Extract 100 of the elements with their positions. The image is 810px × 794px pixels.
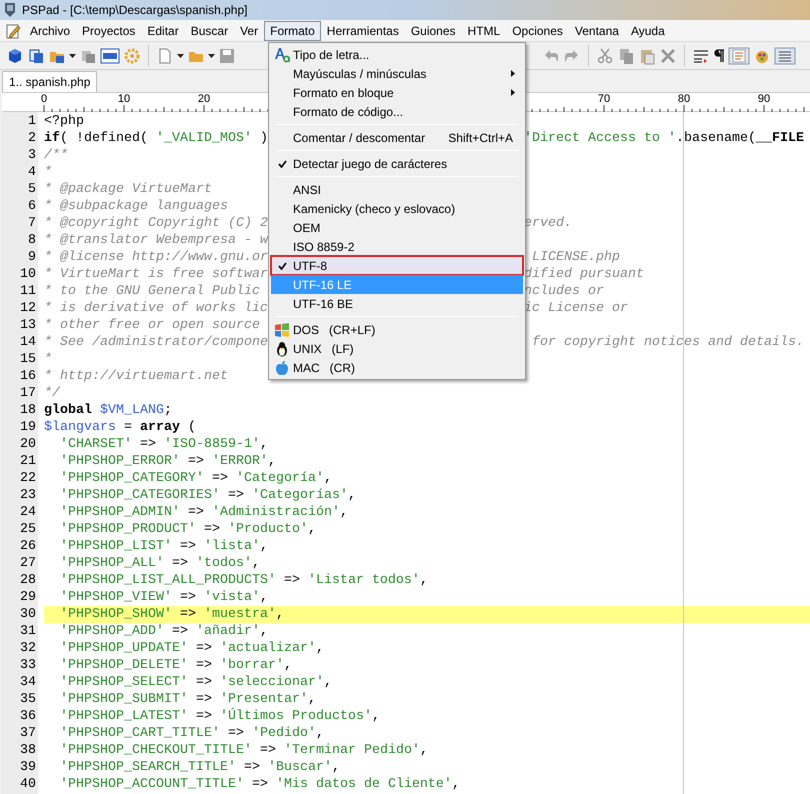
menu-bar-item[interactable]: Herramientas: [320, 20, 405, 40]
ruler-number: 80: [678, 93, 690, 106]
code-line: 'PHPSHOP_ERROR' => 'ERROR',: [60, 454, 276, 469]
line-number: 35: [19, 691, 37, 708]
ruler-number: 20: [198, 93, 210, 106]
code-line: 'PHPSHOP_SEARCH_TITLE' => 'Buscar',: [60, 760, 340, 775]
code-line: 'PHPSHOP_LATEST' => 'Últimos Productos',: [60, 709, 380, 724]
code-line: 'PHPSHOP_UPDATE' => 'actualizar',: [60, 641, 324, 656]
ruler-number: 70: [598, 93, 610, 106]
line-number: 28: [19, 572, 37, 589]
menu-bar-item[interactable]: Ayuda: [624, 20, 671, 40]
code-line: 'PHPSHOP_LIST' => 'lista',: [60, 539, 268, 554]
line-number: 30: [19, 606, 37, 623]
line-number: 16: [19, 368, 37, 385]
line-number: 7: [27, 215, 37, 232]
line-number: 4: [27, 164, 37, 181]
line-number: 20: [19, 436, 37, 453]
menu-bar-item[interactable]: Editar: [141, 20, 185, 40]
ruler-number: 10: [118, 93, 130, 106]
code-line: 'Direct Access to '.basename(__FILE: [524, 130, 804, 147]
line-number: 24: [19, 504, 37, 521]
code-line: 'PHPSHOP_ADD' => 'añadir',: [60, 624, 268, 639]
line-number: 17: [19, 385, 37, 402]
line-number: 9: [27, 249, 37, 266]
line-number: 25: [19, 521, 37, 538]
line-number: 12: [19, 300, 37, 317]
menu-item[interactable]: Tipo de letra...: [271, 45, 523, 64]
code-line: if( !defined( '_VALID_MOS' ): [44, 131, 268, 146]
code-line: 'PHPSHOP_SELECT' => 'seleccionar',: [60, 675, 332, 690]
code-line: * @translator Webempresa - w: [44, 233, 268, 248]
code-line: * VirtueMart is free softwar: [44, 267, 268, 282]
menu-bar-item[interactable]: Guiones: [404, 20, 462, 40]
code-line: * other free or open source: [44, 318, 260, 333]
line-number: 13: [19, 317, 37, 334]
menu-item[interactable]: ISO 8859-2: [271, 237, 523, 256]
line-number: 15: [19, 351, 37, 368]
menu-bar-item[interactable]: HTML: [462, 20, 506, 40]
menu-item[interactable]: Comentar / descomentar Shift+Ctrl+A: [271, 128, 523, 147]
menu-bar-item[interactable]: Archivo: [24, 20, 76, 40]
menu-item[interactable]: UTF-8: [271, 256, 523, 275]
code-line: 'PHPSHOP_PRODUCT' => 'Producto',: [60, 522, 316, 537]
line-number: 6: [27, 198, 37, 215]
menu-bar-item[interactable]: Proyectos: [76, 20, 142, 40]
line-number: 34: [19, 674, 37, 691]
line-number: 5: [27, 181, 37, 198]
menu-item[interactable]: Formato en bloque: [271, 83, 523, 102]
code-line: for copyright notices and details.: [530, 334, 804, 351]
code-line: * See /administrator/compone: [44, 335, 268, 350]
code-line: *: [44, 352, 52, 367]
line-number: 37: [19, 725, 37, 742]
window-title: PSPad - [C:\temp\Descargas\spanish.php]: [22, 2, 248, 19]
line-number: 11: [19, 283, 37, 300]
line-number: 39: [19, 759, 37, 776]
menu-bar-item[interactable]: Formato: [264, 20, 321, 40]
code-line: 'PHPSHOP_VIEW' => 'vista',: [60, 590, 268, 605]
code-line: 'PHPSHOP_CATEGORY' => 'Categoría',: [60, 471, 332, 486]
line-number: 1: [27, 113, 37, 130]
code-line: <?php: [44, 114, 84, 129]
code-line: 'PHPSHOP_SHOW' => 'muestra',: [60, 607, 284, 622]
code-line: 'PHPSHOP_CHECKOUT_TITLE' => 'Terminar Pedido',: [60, 743, 428, 758]
code-line: 'PHPSHOP_CART_TITLE' => 'Pedido',: [60, 726, 324, 741]
code-line: 'PHPSHOP_LIST_ALL_PRODUCTS' => 'Listar todos',: [60, 573, 428, 588]
menu-item[interactable]: MAC (CR): [271, 358, 523, 377]
code-line: /**: [44, 148, 68, 163]
menu-bar-item[interactable]: Buscar: [184, 20, 234, 40]
line-number: 27: [19, 555, 37, 572]
menu-item[interactable]: DOS (CR+LF): [271, 320, 523, 339]
code-line: * to the GNU General Public: [44, 284, 260, 299]
menu-item[interactable]: ANSI: [271, 180, 523, 199]
menu-bar-item[interactable]: Ver: [234, 20, 264, 40]
code-line: * @package VirtueMart: [44, 182, 212, 197]
menu-item[interactable]: UTF-16 BE: [271, 294, 523, 313]
menu-item[interactable]: UNIX (LF): [271, 339, 523, 358]
code-line: * @copyright Copyright (C) 2: [44, 216, 268, 231]
line-number: 21: [19, 453, 37, 470]
line-number: 31: [19, 623, 37, 640]
menu-item[interactable]: Detectar juego de carácteres: [271, 154, 523, 173]
line-number: 10: [19, 266, 37, 283]
line-number: 22: [19, 470, 37, 487]
menu-bar-item[interactable]: Opciones: [506, 20, 569, 40]
code-line: */: [44, 386, 60, 401]
code-line: * @subpackage languages: [44, 199, 228, 214]
line-number: 32: [19, 640, 37, 657]
menu-item[interactable]: Kamenicky (checo y eslovaco): [271, 199, 523, 218]
line-number: 8: [27, 232, 37, 249]
menu-bar-item[interactable]: Ventana: [568, 20, 625, 40]
file-tab[interactable]: 1.. spanish.php: [2, 71, 98, 92]
code-line: 'PHPSHOP_SUBMIT' => 'Presentar',: [60, 692, 316, 707]
line-number: 23: [19, 487, 37, 504]
code-line: $langvars = array (: [44, 420, 196, 435]
code-line: LICENSE.php: [530, 249, 620, 266]
menu-item[interactable]: OEM: [271, 218, 523, 237]
menu-item[interactable]: Formato de código...: [271, 102, 523, 121]
menu-item[interactable]: Mayúsculas / minúsculas: [271, 64, 523, 83]
code-line: *: [44, 165, 52, 180]
code-line: 'CHARSET' => 'ISO-8859-1',: [60, 437, 268, 452]
code-line: 'PHPSHOP_ACCOUNT_TITLE' => 'Mis datos de Cliente',: [60, 777, 460, 792]
ruler-number: 0: [40, 93, 48, 106]
line-number: 29: [19, 589, 37, 606]
code-line: * http://virtuemart.net: [44, 369, 228, 384]
